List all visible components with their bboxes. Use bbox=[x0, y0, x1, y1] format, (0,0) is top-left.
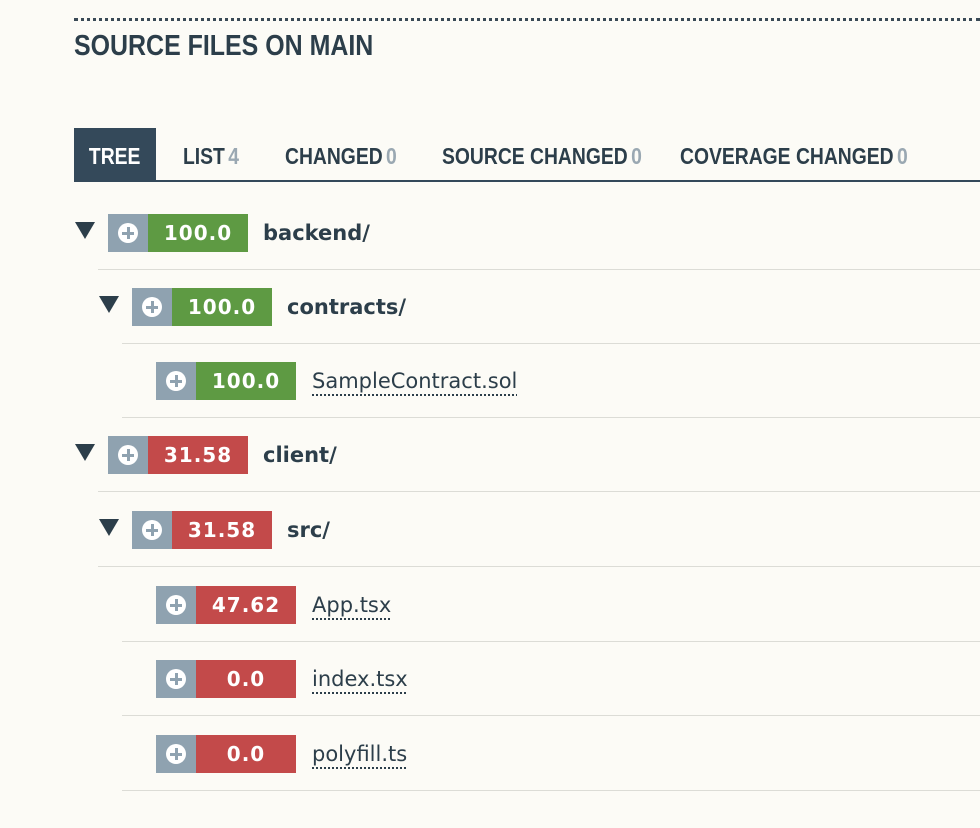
row-divider bbox=[122, 790, 980, 791]
directory-name: src/ bbox=[287, 518, 330, 542]
triangle-down-icon[interactable] bbox=[99, 519, 119, 536]
tab-coverage-changed[interactable]: COVERAGE CHANGED 0 bbox=[680, 128, 908, 180]
expand-button[interactable] bbox=[156, 362, 196, 400]
coverage-value: 47.62 bbox=[196, 586, 296, 624]
coverage-badge: 100.0 bbox=[132, 288, 272, 326]
plus-circle-icon bbox=[166, 371, 186, 391]
plus-circle-icon bbox=[142, 520, 162, 540]
tab-source-changed[interactable]: SOURCE CHANGED 0 bbox=[442, 128, 642, 180]
plus-circle-icon bbox=[166, 669, 186, 689]
row-divider bbox=[122, 715, 980, 716]
tab-source-changed-label: SOURCE CHANGED bbox=[442, 143, 628, 169]
directory-name: contracts/ bbox=[287, 295, 407, 319]
tab-list[interactable]: LIST 4 bbox=[183, 128, 239, 180]
expand-button[interactable] bbox=[108, 214, 148, 252]
expand-button[interactable] bbox=[132, 511, 172, 549]
tree-row-directory: 100.0 backend/ bbox=[74, 196, 980, 270]
plus-circle-icon bbox=[166, 744, 186, 764]
coverage-value: 31.58 bbox=[172, 511, 272, 549]
tab-coverage-changed-label: COVERAGE CHANGED bbox=[680, 143, 894, 169]
file-link[interactable]: index.tsx bbox=[312, 660, 408, 698]
tab-tree-label: TREE bbox=[89, 143, 141, 169]
plus-circle-icon bbox=[118, 223, 138, 243]
row-divider bbox=[98, 491, 980, 492]
tab-changed[interactable]: CHANGED 0 bbox=[285, 128, 397, 180]
tree-row-file: 0.0 index.tsx bbox=[122, 642, 980, 716]
triangle-down-icon[interactable] bbox=[75, 444, 95, 461]
tree-row-file: 0.0 polyfill.ts bbox=[122, 717, 980, 791]
file-link[interactable]: polyfill.ts bbox=[312, 735, 407, 773]
tree-row-directory: 31.58 src/ bbox=[98, 493, 980, 567]
tab-list-count: 4 bbox=[228, 143, 239, 169]
tab-changed-label: CHANGED bbox=[285, 143, 383, 169]
coverage-value: 0.0 bbox=[196, 735, 296, 773]
tree-row-file: 100.0 SampleContract.sol bbox=[122, 344, 980, 418]
coverage-value: 100.0 bbox=[148, 214, 248, 252]
expand-button[interactable] bbox=[132, 288, 172, 326]
tree-row-file: 47.62 App.tsx bbox=[122, 568, 980, 642]
tab-changed-count: 0 bbox=[386, 143, 397, 169]
plus-circle-icon bbox=[166, 595, 186, 615]
directory-name: backend/ bbox=[263, 221, 370, 245]
plus-circle-icon bbox=[142, 297, 162, 317]
tab-source-changed-count: 0 bbox=[631, 143, 642, 169]
triangle-down-icon[interactable] bbox=[75, 222, 95, 239]
header-divider bbox=[74, 18, 980, 21]
expand-button[interactable] bbox=[156, 735, 196, 773]
coverage-value: 100.0 bbox=[196, 362, 296, 400]
triangle-down-icon[interactable] bbox=[99, 296, 119, 313]
file-link[interactable]: App.tsx bbox=[312, 586, 391, 624]
tab-bar: TREE LIST 4 CHANGED 0 SOURCE CHANGED 0 COVE… bbox=[74, 128, 980, 182]
plus-circle-icon bbox=[118, 445, 138, 465]
coverage-badge: 100.0 bbox=[156, 362, 296, 400]
tree-row-directory: 100.0 contracts/ bbox=[98, 270, 980, 344]
tree-row-directory: 31.58 client/ bbox=[74, 418, 980, 492]
coverage-value: 31.58 bbox=[148, 436, 248, 474]
tab-tree[interactable]: TREE bbox=[74, 128, 156, 180]
row-divider bbox=[98, 566, 980, 567]
directory-name: client/ bbox=[263, 443, 337, 467]
coverage-value: 0.0 bbox=[196, 660, 296, 698]
coverage-badge: 31.58 bbox=[132, 511, 272, 549]
expand-button[interactable] bbox=[156, 660, 196, 698]
expand-button[interactable] bbox=[108, 436, 148, 474]
file-link[interactable]: SampleContract.sol bbox=[312, 362, 517, 400]
coverage-badge: 0.0 bbox=[156, 660, 296, 698]
tab-coverage-changed-count: 0 bbox=[896, 143, 908, 169]
tab-list-label: LIST bbox=[183, 143, 225, 169]
page-title: SOURCE FILES ON MAIN bbox=[74, 30, 374, 62]
coverage-badge: 100.0 bbox=[108, 214, 248, 252]
coverage-value: 100.0 bbox=[172, 288, 272, 326]
expand-button[interactable] bbox=[156, 586, 196, 624]
coverage-badge: 0.0 bbox=[156, 735, 296, 773]
coverage-badge: 31.58 bbox=[108, 436, 248, 474]
coverage-badge: 47.62 bbox=[156, 586, 296, 624]
